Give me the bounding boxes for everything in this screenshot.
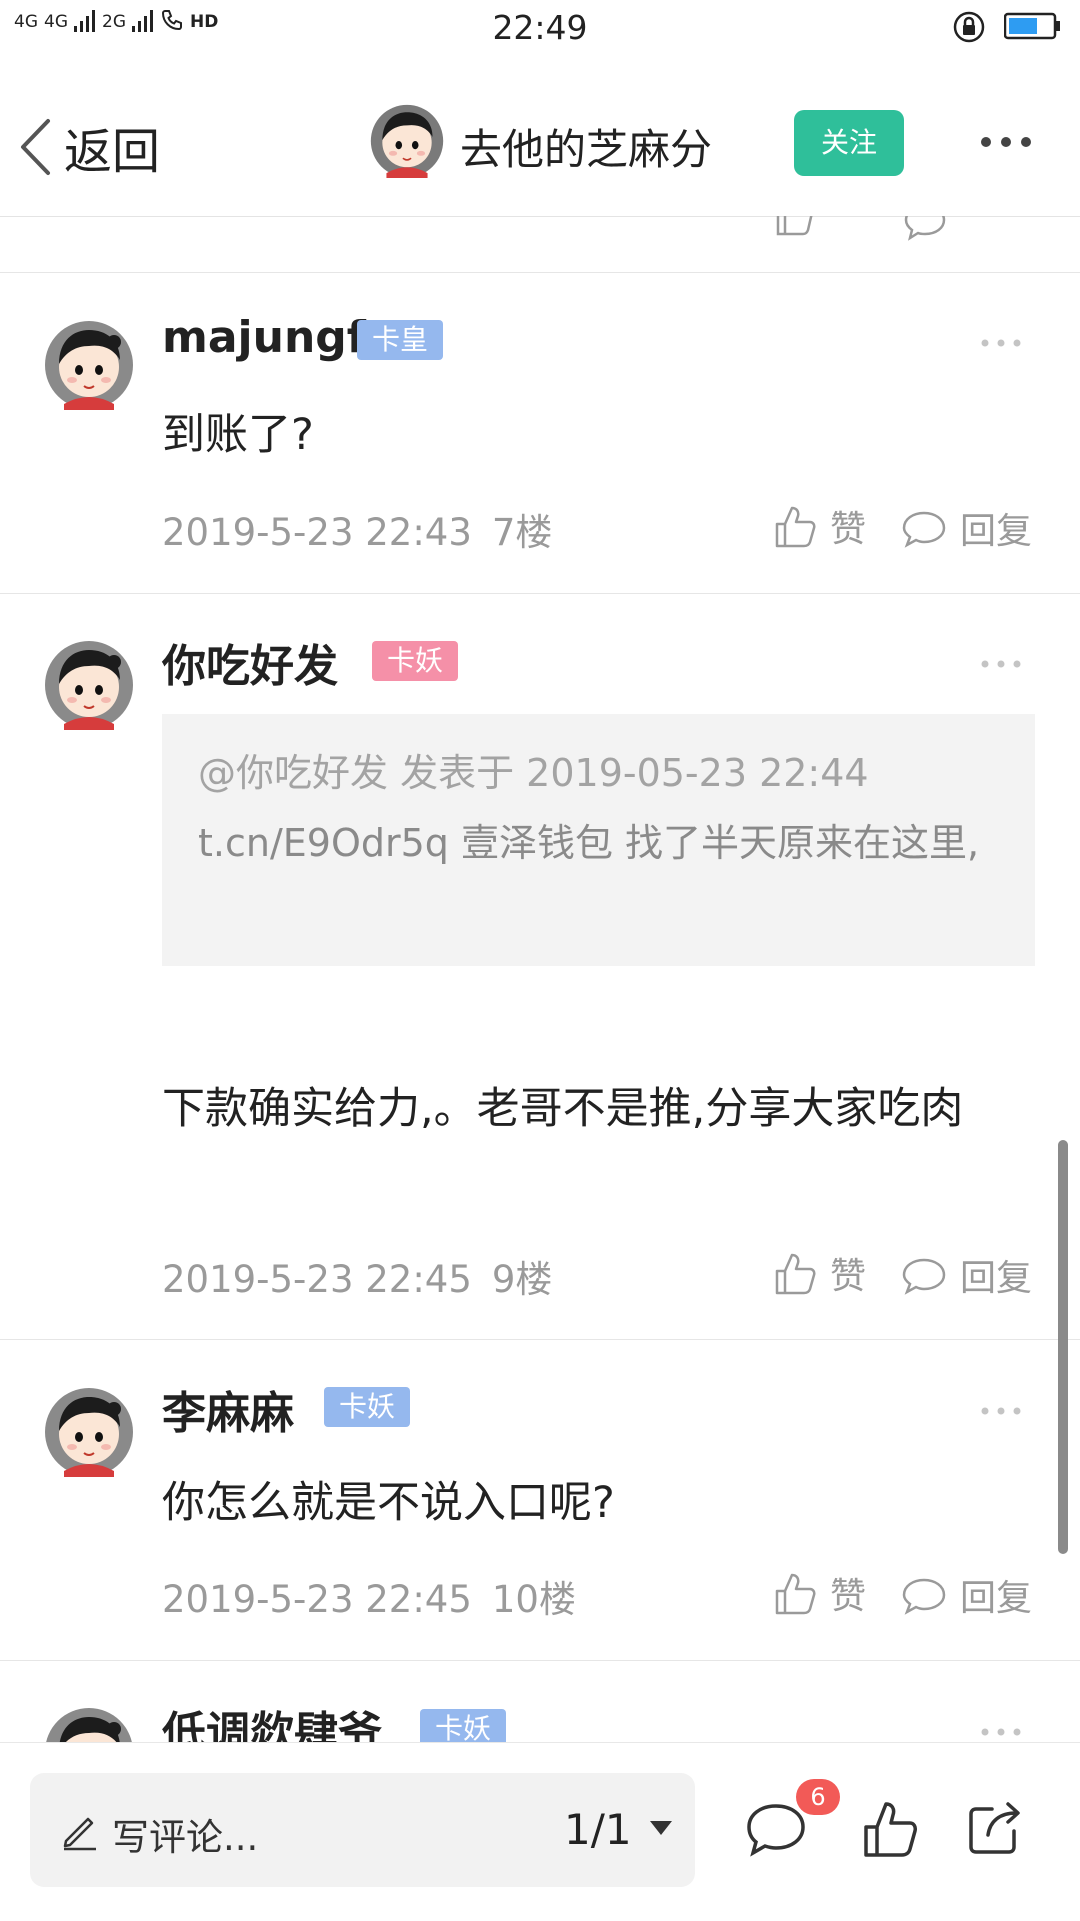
user-badge: 卡妖 bbox=[324, 1387, 410, 1427]
post-time: 2019-5-23 22:43 bbox=[162, 511, 472, 554]
reply-button[interactable]: 回复 bbox=[902, 502, 1032, 554]
rotation-lock-icon bbox=[953, 11, 985, 43]
share-icon[interactable] bbox=[966, 1799, 1024, 1857]
post-more-icon[interactable] bbox=[980, 1727, 1022, 1737]
post-content: 下款确实给力,。老哥不是推,分享大家吃肉 bbox=[162, 1084, 964, 1134]
pencil-icon bbox=[63, 1817, 96, 1851]
page-indicator[interactable]: 1/1 bbox=[564, 1805, 632, 1854]
divider bbox=[0, 1339, 1080, 1340]
user-badge: 卡皇 bbox=[357, 320, 443, 360]
battery-icon bbox=[1004, 12, 1060, 40]
reply-label: 回复 bbox=[960, 1578, 1033, 1619]
more-dots-icon[interactable] bbox=[978, 132, 1034, 152]
quote-body: t.cn/E9Odr5q 壹泽钱包 找了半天原来在这里, bbox=[198, 821, 980, 865]
like-icon bbox=[775, 506, 816, 548]
scrollbar[interactable] bbox=[1058, 1140, 1068, 1554]
author-avatar[interactable] bbox=[370, 104, 444, 178]
username[interactable]: 低调欻肆爷 bbox=[162, 1697, 382, 1742]
chevron-left-icon bbox=[21, 119, 50, 175]
reply-icon bbox=[902, 1578, 946, 1615]
back-button[interactable]: 返回 bbox=[18, 112, 160, 182]
like-icon[interactable] bbox=[862, 1799, 918, 1859]
like-icon bbox=[775, 1573, 816, 1615]
caret-down-icon[interactable] bbox=[648, 1819, 674, 1837]
quoted-post: @你吃好发 发表于 2019-05-23 22:44 t.cn/E9Odr5q … bbox=[162, 714, 1035, 966]
post-partial: 低调欻肆爷 卡妖 bbox=[0, 1661, 1080, 1742]
nav-bar: 返回 去他的芝麻分 关注 bbox=[0, 58, 1080, 217]
post-time: 2019-5-23 22:45 bbox=[162, 1258, 472, 1301]
post-time: 2019-5-23 22:45 bbox=[162, 1578, 472, 1621]
like-button[interactable]: 赞 bbox=[774, 1567, 866, 1619]
user-avatar[interactable] bbox=[44, 1387, 134, 1477]
post-floor: 7楼 bbox=[491, 511, 553, 554]
user-avatar[interactable] bbox=[44, 320, 134, 410]
reply-label: 回复 bbox=[960, 1258, 1033, 1299]
comment-placeholder: 写评论... bbox=[112, 1816, 259, 1859]
username[interactable]: majungf bbox=[162, 312, 366, 363]
post-floor: 9楼 bbox=[491, 1258, 553, 1301]
like-button[interactable]: 赞 bbox=[774, 1247, 866, 1299]
post-more-icon[interactable] bbox=[980, 338, 1022, 348]
like-label: 赞 bbox=[830, 1576, 867, 1617]
user-avatar[interactable] bbox=[44, 1707, 134, 1742]
follow-button[interactable]: 关注 bbox=[794, 110, 904, 176]
like-icon bbox=[775, 1253, 816, 1295]
like-button[interactable]: 赞 bbox=[774, 500, 866, 552]
status-time: 22:49 bbox=[492, 8, 588, 47]
user-badge: 卡妖 bbox=[420, 1709, 506, 1742]
quote-header: @你吃好发 发表于 2019-05-23 22:44 bbox=[198, 751, 869, 795]
post-more-icon[interactable] bbox=[980, 659, 1022, 669]
comment-icon[interactable] bbox=[746, 1801, 806, 1859]
reply-button[interactable]: 回复 bbox=[902, 1569, 1032, 1621]
back-label: 返回 bbox=[64, 124, 161, 180]
username[interactable]: 李麻麻 bbox=[162, 1377, 294, 1441]
bottom-bar: 写评论... 1/1 6 bbox=[0, 1742, 1080, 1921]
post-content: 你怎么就是不说入口呢? bbox=[162, 1478, 615, 1528]
comment-count-badge: 6 bbox=[796, 1779, 840, 1815]
divider bbox=[0, 593, 1080, 594]
user-badge: 卡妖 bbox=[372, 641, 458, 681]
user-avatar[interactable] bbox=[44, 640, 134, 730]
post-meta: 2019-5-23 22:45 10楼 bbox=[162, 1569, 576, 1623]
like-label: 赞 bbox=[830, 1256, 867, 1297]
status-bar: 4G 4G 2G HD 22:49 bbox=[0, 0, 1080, 58]
reply-label: 回复 bbox=[960, 511, 1033, 552]
post-meta: 2019-5-23 22:43 7楼 bbox=[162, 502, 552, 556]
reply-button[interactable]: 回复 bbox=[902, 1249, 1032, 1301]
post-floor: 10楼 bbox=[491, 1578, 576, 1621]
post-content: 到账了? bbox=[162, 410, 314, 460]
post-more-icon[interactable] bbox=[980, 1406, 1022, 1416]
previous-post-remnant bbox=[0, 216, 1080, 272]
reply-icon bbox=[902, 511, 946, 548]
nav-title: 去他的芝麻分 bbox=[460, 125, 713, 174]
reply-icon bbox=[904, 216, 946, 241]
like-icon bbox=[776, 216, 813, 236]
post-meta: 2019-5-23 22:45 9楼 bbox=[162, 1249, 552, 1303]
username[interactable]: 你吃好发 bbox=[162, 630, 338, 694]
reply-icon bbox=[902, 1258, 946, 1295]
comment-input[interactable]: 写评论... 1/1 bbox=[30, 1773, 695, 1887]
like-label: 赞 bbox=[830, 509, 867, 550]
divider bbox=[0, 272, 1080, 273]
